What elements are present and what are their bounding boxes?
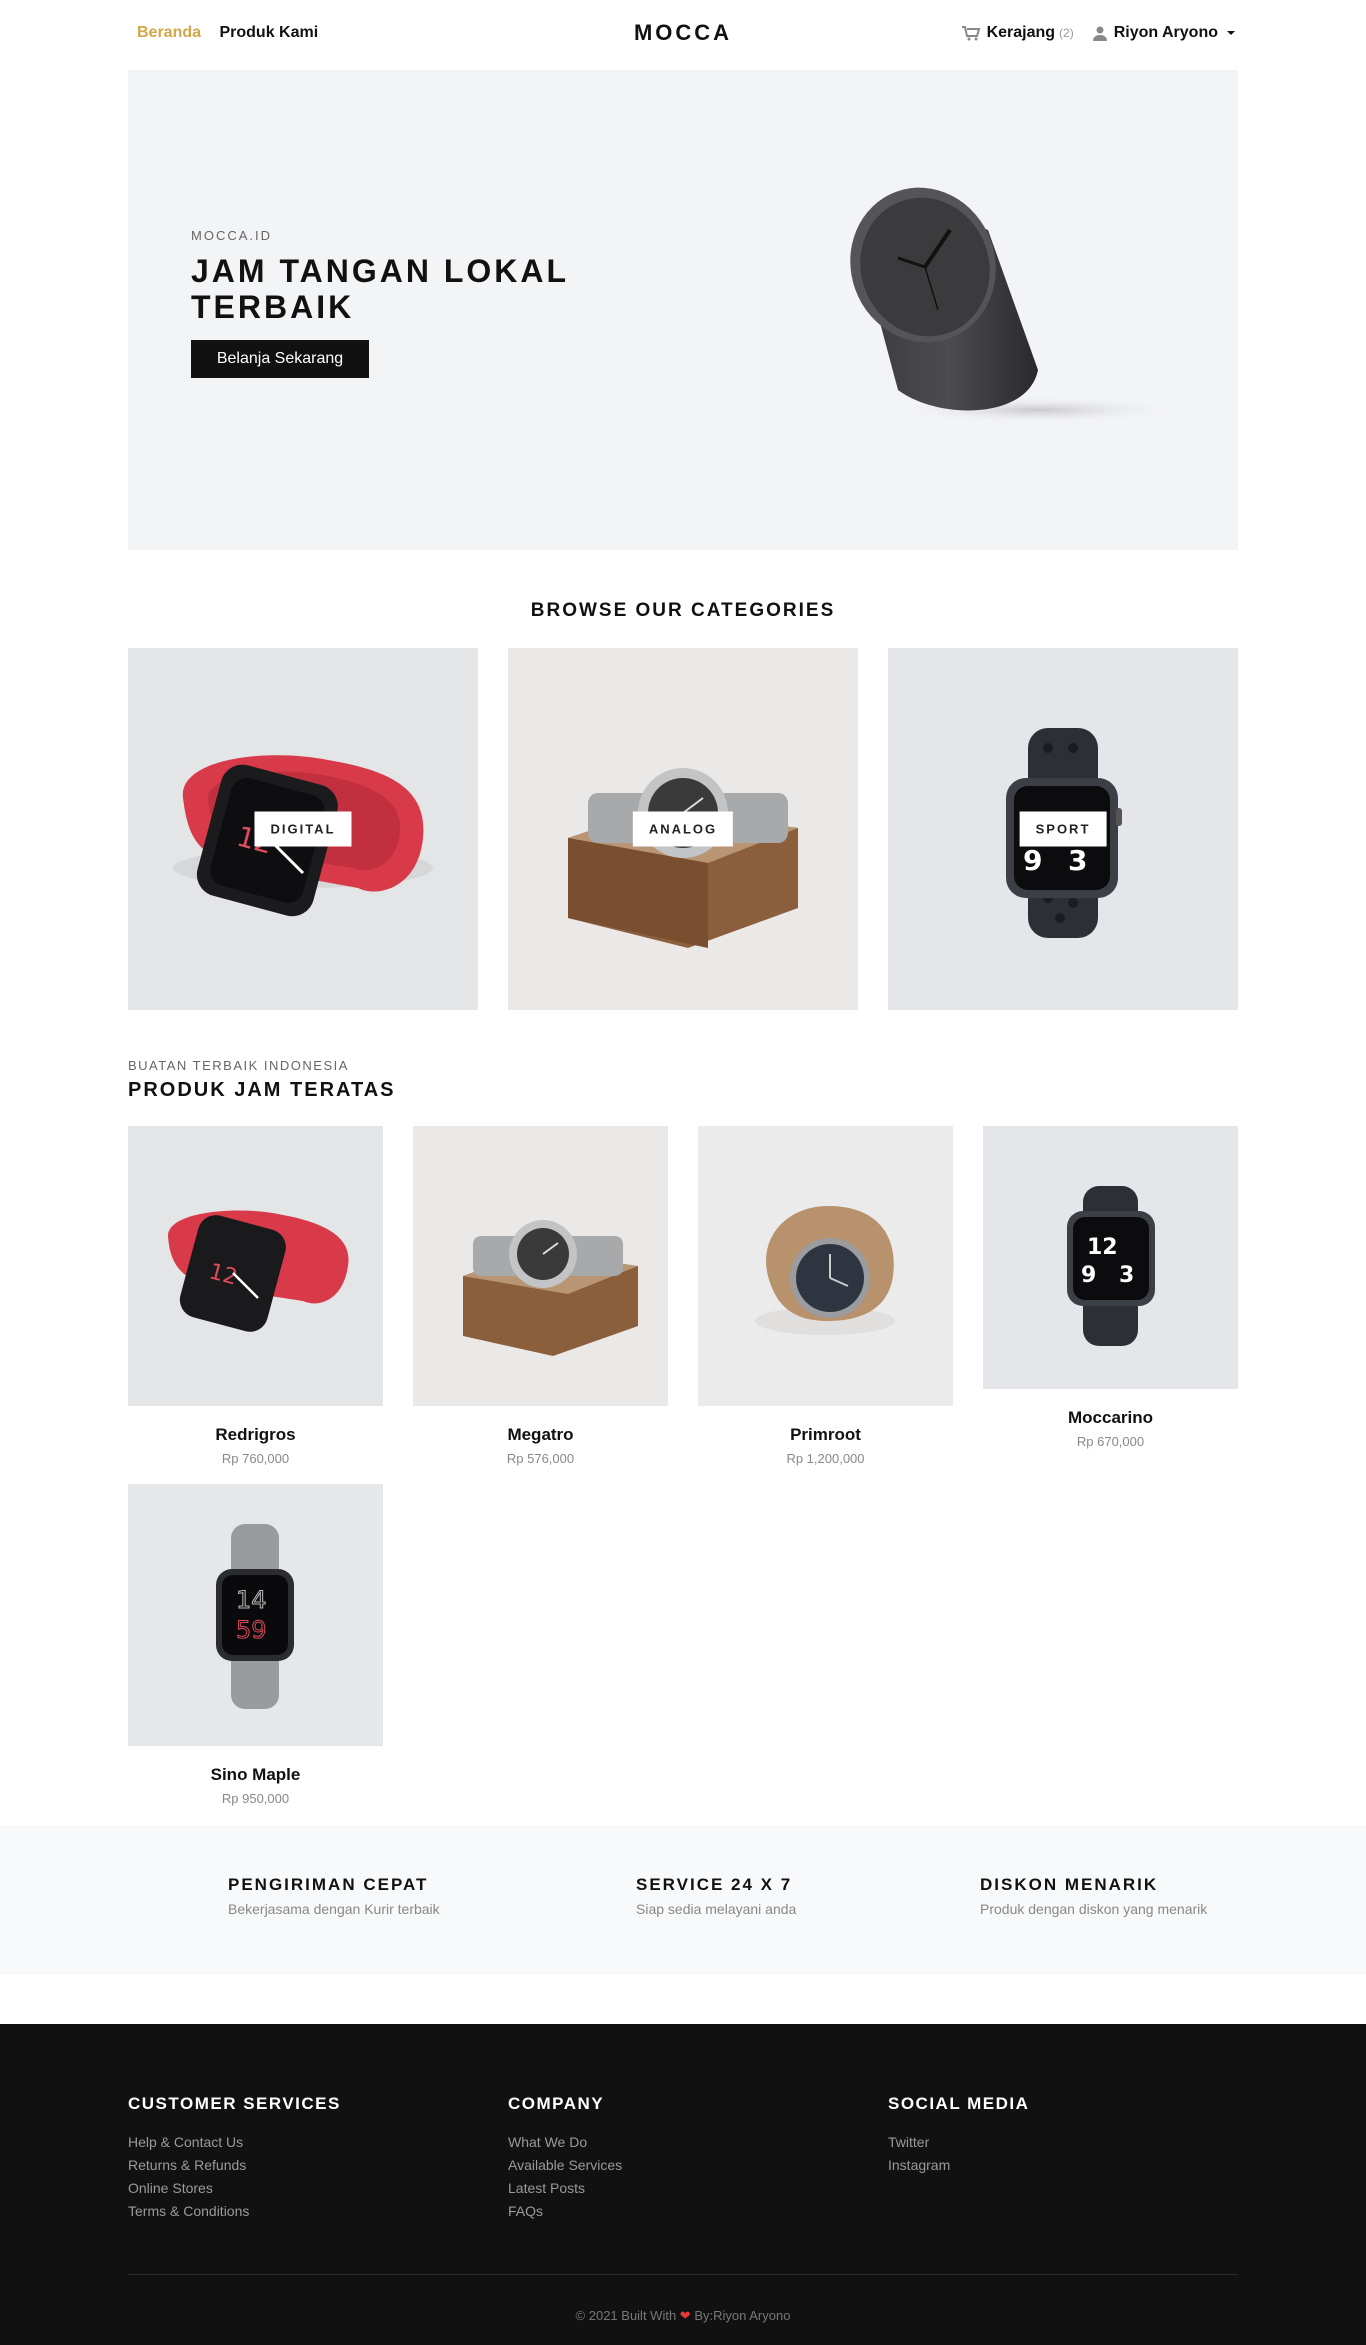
nav-links: Beranda Produk Kami: [137, 24, 332, 42]
product-image: [698, 1126, 953, 1411]
footer-link-services[interactable]: Available Services: [508, 2157, 622, 2173]
product-image: 12 9 3: [983, 1126, 1238, 1394]
feature-desc: Produk dengan diskon yang menarik: [980, 1901, 1208, 1917]
product-image: [413, 1126, 668, 1411]
feature-title: SERVICE 24 X 7: [636, 1875, 793, 1894]
product-name: Moccarino: [1067, 1408, 1154, 1427]
footer-link-terms[interactable]: Terms & Conditions: [128, 2203, 341, 2219]
category-label-digital: DIGITAL: [254, 811, 352, 847]
product-name: Primroot: [790, 1425, 861, 1444]
product-image: 12: [128, 1126, 383, 1411]
category-card-digital[interactable]: 12 DIGITAL: [128, 648, 478, 1010]
feature-item: SERVICE 24 X 7 Siap sedia melayani anda: [636, 1875, 796, 1917]
product-image: 14 59: [128, 1484, 383, 1751]
footer-link-stores[interactable]: Online Stores: [128, 2180, 341, 2196]
feature-title: PENGIRIMAN CEPAT: [228, 1875, 429, 1894]
product-name: Sino Maple: [210, 1765, 301, 1784]
footer-col-company: COMPANY What We Do Available Services La…: [508, 2094, 622, 2226]
user-menu[interactable]: Riyon Aryono: [1092, 24, 1238, 42]
nav-right: Kerajang (2) Riyon Aryono: [961, 24, 1238, 42]
products-eyebrow: BUATAN TERBAIK INDONESIA: [128, 1058, 349, 1073]
category-card-analog[interactable]: ANALOG: [508, 648, 858, 1010]
copyright: © 2021 Built With ❤ By:Riyon Aryono: [0, 2308, 1366, 2324]
svg-text:9: 9: [1023, 844, 1042, 877]
hero-eyebrow: MOCCA.ID: [191, 228, 272, 243]
product-card[interactable]: 12 9 3 Moccarino Rp 670,000: [983, 1126, 1238, 1449]
user-name: Riyon Aryono: [1113, 24, 1218, 41]
svg-text:12: 12: [1087, 1235, 1118, 1260]
footer-heading: SOCIAL MEDIA: [888, 2094, 1030, 2113]
feature-desc: Siap sedia melayani anda: [636, 1901, 797, 1917]
product-card[interactable]: 14 59 Sino Maple Rp 950,000: [128, 1484, 383, 1806]
product-card[interactable]: Megatro Rp 576,000: [413, 1126, 668, 1466]
footer-col-customer: CUSTOMER SERVICES Help & Contact Us Retu…: [128, 2094, 341, 2226]
product-price: Rp 760,000: [221, 1451, 290, 1466]
product-price: Rp 950,000: [221, 1791, 290, 1806]
feature-item: PENGIRIMAN CEPAT Bekerjasama dengan Kuri…: [228, 1875, 440, 1917]
copyright-prefix: © 2021 Built With: [575, 2308, 677, 2323]
product-price: Rp 1,200,000: [786, 1451, 865, 1466]
footer-link-twitter[interactable]: Twitter: [888, 2134, 1029, 2150]
svg-text:3: 3: [1068, 844, 1087, 877]
nav-link-home[interactable]: Beranda: [137, 24, 201, 41]
footer-col-social: SOCIAL MEDIA Twitter Instagram: [888, 2094, 1029, 2180]
nav-link-products[interactable]: Produk Kami: [219, 24, 318, 41]
footer-heading: COMPANY: [508, 2094, 605, 2113]
svg-text:3: 3: [1119, 1263, 1134, 1288]
product-price: Rp 576,000: [506, 1451, 575, 1466]
user-icon: [1092, 26, 1107, 41]
site-footer: CUSTOMER SERVICES Help & Contact Us Retu…: [0, 2024, 1366, 2345]
categories-title: BROWSE OUR CATEGORIES: [530, 600, 836, 621]
chevron-down-icon: [1227, 31, 1235, 35]
hero-title: JAM TANGAN LOKAL TERBAIK: [191, 253, 569, 325]
shop-now-button[interactable]: Belanja Sekarang: [191, 340, 369, 378]
feature-item: DISKON MENARIK Produk dengan diskon yang…: [980, 1875, 1207, 1917]
svg-text:59: 59: [236, 1616, 267, 1644]
copyright-suffix: By:Riyon Aryono: [694, 2308, 791, 2323]
cart-link[interactable]: Kerajang (2): [961, 24, 1074, 42]
svg-text:14: 14: [236, 1586, 267, 1614]
footer-divider: [128, 2274, 1238, 2275]
product-card[interactable]: 12 Redrigros Rp 760,000: [128, 1126, 383, 1466]
footer-link-posts[interactable]: Latest Posts: [508, 2180, 622, 2196]
product-card[interactable]: Primroot Rp 1,200,000: [698, 1126, 953, 1466]
category-card-sport[interactable]: 12 9 3 SPORT: [888, 648, 1238, 1010]
svg-text:9: 9: [1081, 1263, 1096, 1288]
footer-heading: CUSTOMER SERVICES: [128, 2094, 341, 2113]
cart-count: (2): [1059, 26, 1074, 40]
features-strip: PENGIRIMAN CEPAT Bekerjasama dengan Kuri…: [0, 1825, 1366, 1975]
products-title: PRODUK JAM TERATAS: [128, 1079, 396, 1101]
hero-banner: MOCCA.ID JAM TANGAN LOKAL TERBAIK Belanj…: [128, 70, 1238, 550]
product-name: Megatro: [507, 1425, 574, 1444]
heart-icon: ❤: [679, 2308, 691, 2323]
category-label-analog: ANALOG: [632, 811, 734, 847]
cart-icon: [961, 26, 980, 41]
product-name: Redrigros: [215, 1425, 296, 1444]
footer-link-faqs[interactable]: FAQs: [508, 2203, 622, 2219]
footer-link-returns[interactable]: Returns & Refunds: [128, 2157, 341, 2173]
hero-clock-image: [850, 187, 1188, 424]
footer-link-instagram[interactable]: Instagram: [888, 2157, 1029, 2173]
footer-link-what-we-do[interactable]: What We Do: [508, 2134, 622, 2150]
feature-desc: Bekerjasama dengan Kurir terbaik: [228, 1901, 440, 1917]
footer-link-help[interactable]: Help & Contact Us: [128, 2134, 341, 2150]
brand-logo[interactable]: MOCCA: [634, 20, 732, 45]
top-navbar: Beranda Produk Kami MOCCA Kerajang (2) R…: [128, 0, 1238, 68]
feature-title: DISKON MENARIK: [980, 1875, 1159, 1894]
category-label-sport: SPORT: [1019, 811, 1107, 847]
product-price: Rp 670,000: [1076, 1434, 1145, 1449]
cart-label: Kerajang: [986, 24, 1056, 41]
